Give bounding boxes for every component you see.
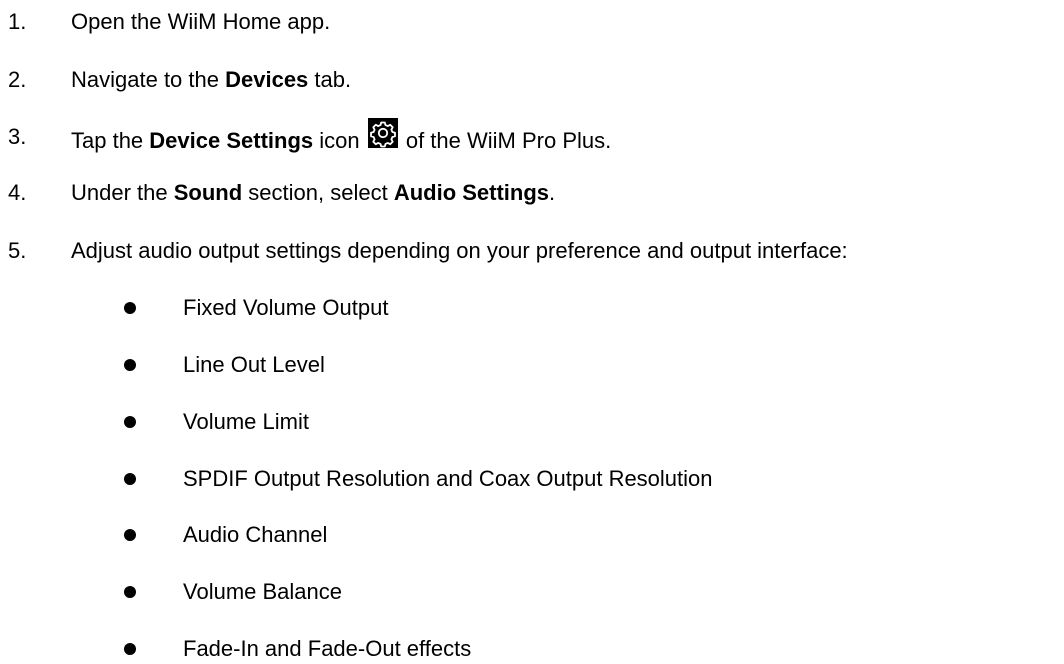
bullet-text: SPDIF Output Resolution and Coax Output … (183, 466, 713, 491)
bullet-text: Audio Channel (183, 522, 328, 547)
step-text-post: of the WiiM Pro Plus. (399, 128, 612, 153)
bullet-text: Volume Limit (183, 409, 309, 434)
step-text-mid: icon (313, 128, 366, 153)
step-text: Adjust audio output settings depending o… (71, 238, 848, 263)
step-bold-sound: Sound (173, 180, 243, 205)
step-number: 5. (8, 238, 27, 263)
step-text-mid: section, select (242, 180, 394, 205)
bullet-text: Line Out Level (183, 352, 325, 377)
bullet-dot (124, 643, 136, 655)
bullet-text: Fade-In and Fade-Out effects (183, 636, 472, 661)
bullet-dot (124, 529, 136, 541)
step-number: 4. (8, 180, 27, 205)
step-text-post: . (549, 180, 556, 205)
step-number: 1. (8, 9, 27, 34)
step-number: 2. (8, 67, 27, 92)
step-text-pre: Under the (71, 180, 174, 205)
step-text-pre: Navigate to the (71, 67, 226, 92)
step-number: 3. (8, 124, 27, 149)
step-text: Open the WiiM Home app. (71, 9, 331, 34)
step-text: Under the Sound section, select Audio Se… (71, 178, 555, 208)
step-text-pre: Tap the (71, 128, 150, 153)
step-bold-device-settings: Device Settings (149, 128, 314, 153)
step-text-post: tab. (308, 67, 352, 92)
bullet-dot (124, 302, 136, 314)
bullet-text: Volume Balance (183, 579, 342, 604)
bullet-dot (124, 473, 136, 485)
bullet-dot (124, 359, 136, 371)
gear-icon (367, 118, 398, 148)
step-bold-audio-settings: Audio Settings (393, 180, 550, 205)
step-text: Tap the Device Settings icon of the WiiM… (71, 118, 612, 156)
bullet-dot (124, 416, 136, 428)
step-bold-devices: Devices (225, 67, 309, 92)
step-text: Navigate to the Devices tab. (71, 65, 351, 95)
bullet-text: Fixed Volume Output (183, 295, 389, 320)
bullet-dot (124, 586, 136, 598)
